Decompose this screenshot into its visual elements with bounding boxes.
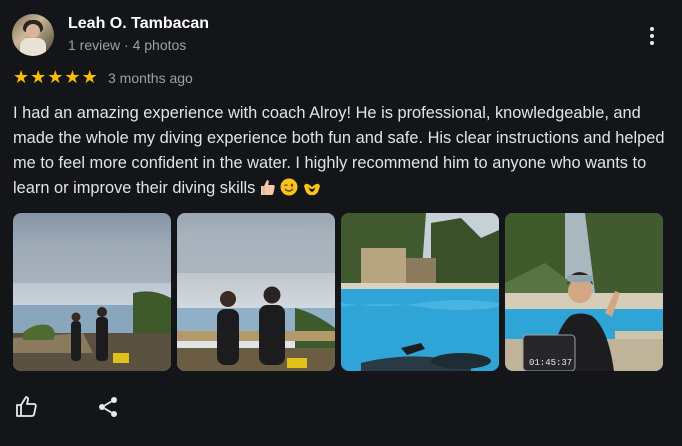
star-rating: ★ ★ ★ ★ ★: [13, 68, 98, 88]
star-icon: ★: [30, 67, 47, 88]
reviewer-name[interactable]: Leah O. Tambacan: [68, 15, 209, 33]
star-icon: ★: [64, 67, 81, 88]
review-text: I had an amazing experience with coach A…: [13, 101, 678, 204]
more-vert-icon[interactable]: [640, 24, 664, 48]
review-body: I had an amazing experience with coach A…: [13, 104, 665, 197]
heart-hands-emoji: [302, 179, 322, 204]
photo-diver-with-timer[interactable]: 01:45:37: [505, 213, 663, 371]
star-icon: ★: [81, 67, 98, 88]
photo-divers-closeup[interactable]: [177, 213, 335, 371]
timer-readout: 01:45:37: [529, 358, 572, 368]
like-button[interactable]: [14, 394, 40, 420]
photo-pool[interactable]: [341, 213, 499, 371]
photo-strip: 01:45:37: [13, 213, 663, 371]
thumbs-up-emoji: [259, 178, 276, 204]
thumbs-up-icon: [16, 396, 37, 417]
winking-face-emoji: [280, 178, 298, 204]
photo-divers-on-cliff[interactable]: [13, 213, 171, 371]
reviewer-meta: 1 review · 4 photos: [68, 37, 187, 53]
review-time: 3 months ago: [108, 70, 193, 86]
review-actions: [14, 394, 121, 420]
share-button[interactable]: [95, 394, 121, 420]
star-icon: ★: [47, 67, 64, 88]
star-icon: ★: [13, 67, 30, 88]
avatar[interactable]: [12, 14, 54, 56]
share-icon: [99, 397, 117, 417]
